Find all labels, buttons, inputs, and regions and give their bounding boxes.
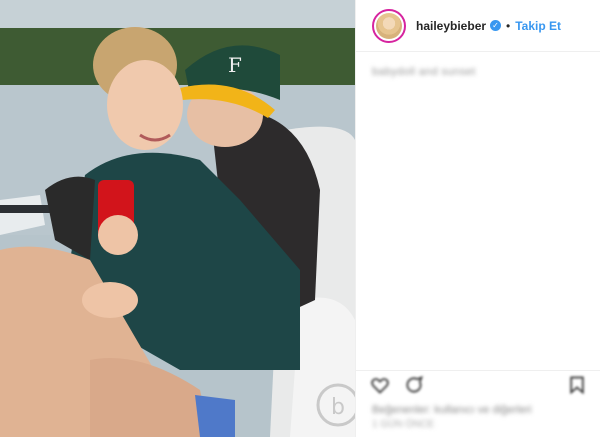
post-timestamp: 1 GÜN ÖNCE	[372, 419, 435, 430]
caption-text: babydoll and sunset	[372, 66, 476, 78]
follow-button[interactable]: Takip Et	[515, 19, 561, 33]
separator-dot: •	[506, 18, 511, 33]
username-link[interactable]: haileybieber	[416, 19, 486, 33]
verified-badge-icon: ✓	[490, 20, 502, 31]
post-side-panel: haileybieber ✓ • Takip Et babydoll and s…	[355, 0, 600, 437]
photo-illustration: F b	[0, 0, 355, 437]
heart-icon[interactable]	[370, 375, 390, 395]
svg-text:b: b	[331, 395, 345, 420]
post-photo[interactable]: F b	[0, 0, 355, 437]
comment-icon[interactable]	[404, 375, 424, 395]
svg-text:F: F	[228, 53, 242, 77]
likes-summary: Beğenenler: kullanıcı ve diğerleri	[372, 404, 532, 416]
avatar[interactable]	[372, 8, 406, 43]
bookmark-icon[interactable]	[567, 375, 587, 395]
action-bar	[356, 370, 600, 398]
post-header: haileybieber ✓ • Takip Et	[356, 0, 600, 52]
avatar-image	[376, 12, 402, 39]
